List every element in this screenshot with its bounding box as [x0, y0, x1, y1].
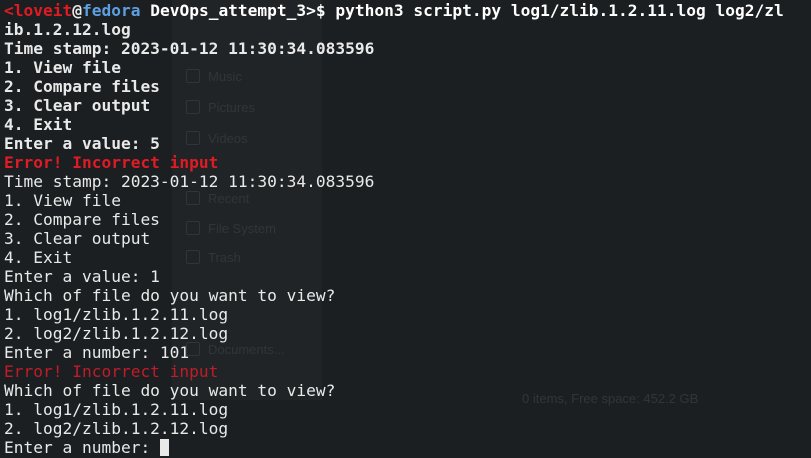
- input-prompt-number: Enter a number:: [4, 438, 160, 457]
- menu-item-clear-output: 3. Clear output: [4, 96, 151, 115]
- prompt-directory: DevOps_attempt_3: [150, 1, 307, 20]
- file-question: Which of file do you want to view?: [4, 286, 336, 305]
- active-input-line[interactable]: Enter a number:: [4, 438, 811, 457]
- prompt-at: @: [72, 1, 82, 20]
- input-prompt-number: Enter a number: 101: [4, 343, 190, 362]
- terminal-window[interactable]: Music Pictures Videos Recent File System…: [0, 0, 811, 458]
- menu-item-exit: 4. Exit: [4, 115, 73, 134]
- error-message: Error! Incorrect input: [4, 153, 219, 172]
- menu-item-compare-files: 2. Compare files: [4, 77, 160, 96]
- prompt-command-wrap: ib.1.2.12.log: [4, 20, 131, 39]
- prompt-line: <loveit@fedora DevOps_attempt_3>$ python…: [4, 1, 811, 20]
- input-prompt-value: Enter a value: 5: [4, 134, 160, 153]
- terminal-output: <loveit@fedora DevOps_attempt_3>$ python…: [4, 1, 811, 457]
- menu-item-clear-output: 3. Clear output: [4, 229, 151, 248]
- error-message: Error! Incorrect input: [4, 362, 219, 381]
- timestamp-line: Time stamp: 2023-01-12 11:30:34.083596: [4, 39, 375, 58]
- menu-item-view-file: 1. View file: [4, 191, 121, 210]
- input-prompt-value: Enter a value: 1: [4, 267, 160, 286]
- text-cursor[interactable]: [159, 439, 169, 456]
- prompt-user: loveit: [13, 1, 73, 20]
- file-option-1: 1. log1/zlib.1.2.11.log: [4, 400, 229, 419]
- prompt-open-bracket: <: [4, 1, 14, 20]
- menu-item-view-file: 1. View file: [4, 58, 121, 77]
- timestamp-line: Time stamp: 2023-01-12 11:30:34.083596: [4, 172, 375, 191]
- prompt-command: python3 script.py log1/zlib.1.2.11.log l…: [335, 1, 784, 20]
- prompt-host: fedora: [81, 1, 141, 20]
- menu-item-compare-files: 2. Compare files: [4, 210, 160, 229]
- file-option-2: 2. log2/zlib.1.2.12.log: [4, 419, 229, 438]
- file-option-1: 1. log1/zlib.1.2.11.log: [4, 305, 229, 324]
- file-option-2: 2. log2/zlib.1.2.12.log: [4, 324, 229, 343]
- file-question: Which of file do you want to view?: [4, 381, 336, 400]
- menu-item-exit: 4. Exit: [4, 248, 73, 267]
- prompt-suffix: >$: [306, 1, 336, 20]
